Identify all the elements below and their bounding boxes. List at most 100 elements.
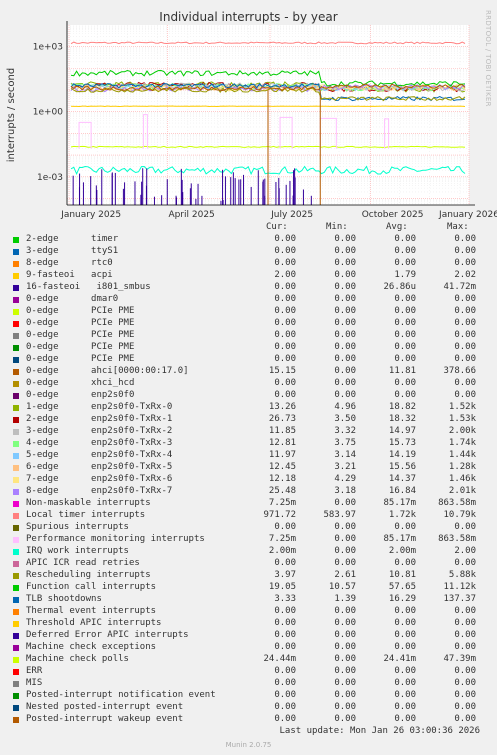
legend-min-value: 10.57 — [328, 582, 356, 592]
legend-series-name: 0-edge PCIe PME — [26, 330, 135, 340]
legend-row: 0-edge xhci_hcd 0.00 0.00 0.00 0.00 — [0, 378, 497, 390]
legend-avg-value: 0.00 — [394, 378, 416, 388]
legend-series-name: TLB shootdowns — [26, 594, 102, 604]
legend-min-value: 0.00 — [334, 546, 356, 556]
legend-row: 8-edge enp2s0f0-TxRx-7 25.48 3.18 16.84 2.01… — [0, 486, 497, 498]
legend-min-value: 0.00 — [334, 366, 356, 376]
legend-cur-value: 13.26 — [268, 402, 296, 412]
legend-swatch — [13, 309, 19, 315]
legend-avg-value: 15.73 — [388, 438, 416, 448]
legend-max-value: 0.00 — [454, 522, 476, 532]
legend-row: Local timer interrupts 971.72 583.97 1.72k 1… — [0, 510, 497, 522]
legend-min-value: 0.00 — [334, 654, 356, 664]
legend-row: Nested posted-interrupt event 0.00 0.00 0.0… — [0, 702, 497, 714]
legend-cur-value: 0.00 — [274, 330, 296, 340]
legend-swatch — [13, 645, 19, 651]
legend-min-value: 0.00 — [334, 378, 356, 388]
legend-cur-value: 0.00 — [274, 390, 296, 400]
y-axis-label: interrupts / second — [6, 68, 17, 162]
legend-row: TLB shootdowns 3.33 1.39 16.29 137.37 — [0, 594, 497, 606]
legend-series-name: 4-edge enp2s0f0-TxRx-3 — [26, 438, 173, 448]
legend-min-value: 0.00 — [334, 714, 356, 724]
legend-row: Threshold APIC interrupts 0.00 0.00 0.00 0.0… — [0, 618, 497, 630]
legend-min-value: 3.75 — [334, 438, 356, 448]
legend-min-value: 0.00 — [334, 642, 356, 652]
legend-series-name: 1-edge enp2s0f0-TxRx-0 — [26, 402, 173, 412]
legend-series-name: Threshold APIC interrupts — [26, 618, 162, 628]
legend-min-value: 0.00 — [334, 498, 356, 508]
legend-avg-value: 14.37 — [388, 474, 416, 484]
legend-max-value: 0.00 — [454, 606, 476, 616]
x-tick-label: January 2025 — [60, 210, 121, 220]
legend-swatch — [13, 549, 19, 555]
legend-max-value: 2.01k — [448, 486, 476, 496]
legend-avg-value: 0.00 — [394, 690, 416, 700]
legend-min-value: 2.61 — [334, 570, 356, 580]
legend-max-value: 0.00 — [454, 702, 476, 712]
legend-max-value: 0.00 — [454, 678, 476, 688]
legend-row: 0-edge PCIe PME 0.00 0.00 0.00 0.00 — [0, 342, 497, 354]
legend-swatch — [13, 669, 19, 675]
legend-swatch — [13, 369, 19, 375]
legend-swatch — [13, 489, 19, 495]
legend-series-name: Thermal event interrupts — [26, 606, 157, 616]
legend-series-name: 8-edge rtc0 — [26, 258, 113, 268]
legend-series-name: Posted-interrupt wakeup event — [26, 714, 184, 724]
legend-max-value: 378.66 — [443, 366, 476, 376]
legend-cur-value: 2.00 — [274, 270, 296, 280]
legend-series-name: 7-edge enp2s0f0-TxRx-6 — [26, 474, 173, 484]
legend-min-value: 4.96 — [334, 402, 356, 412]
legend-series-name: Rescheduling interrupts — [26, 570, 151, 580]
legend-cur-value: 2.00m — [268, 546, 296, 556]
legend-max-value: 0.00 — [454, 378, 476, 388]
legend-avg-value: 0.00 — [394, 666, 416, 676]
legend-swatch — [13, 429, 19, 435]
legend-cur-value: 11.97 — [268, 450, 296, 460]
legend-swatch — [13, 417, 19, 423]
legend-avg-value: 85.17m — [383, 534, 416, 544]
legend-avg-value: 0.00 — [394, 702, 416, 712]
legend-swatch — [13, 609, 19, 615]
legend-row: 7-edge enp2s0f0-TxRx-6 12.18 4.29 14.37 1.46… — [0, 474, 497, 486]
legend-avg-value: 0.00 — [394, 630, 416, 640]
legend-row: 8-edge rtc0 0.00 0.00 0.00 0.00 — [0, 258, 497, 270]
legend-row: 1-edge enp2s0f0-TxRx-0 13.26 4.96 18.82 1.52… — [0, 402, 497, 414]
legend-cur-value: 11.85 — [268, 426, 296, 436]
legend-avg-value: 0.00 — [394, 354, 416, 364]
legend-series-name: 6-edge enp2s0f0-TxRx-5 — [26, 462, 173, 472]
legend-swatch — [13, 585, 19, 591]
legend-min-value: 0.00 — [334, 258, 356, 268]
legend-min-value: 0.00 — [334, 522, 356, 532]
legend-swatch — [13, 597, 19, 603]
legend-avg-value: 0.00 — [394, 258, 416, 268]
legend-max-value: 137.37 — [443, 594, 476, 604]
legend-avg-value: 1.72k — [388, 510, 416, 520]
legend-row: 0-edge PCIe PME 0.00 0.00 0.00 0.00 — [0, 330, 497, 342]
legend-swatch — [13, 285, 19, 291]
legend-series-name: 8-edge enp2s0f0-TxRx-7 — [26, 486, 173, 496]
legend-max-value: 1.53k — [448, 414, 476, 424]
legend-row: Performance monitoring interrupts 7.25m 0.… — [0, 534, 497, 546]
legend-row: 0-edge enp2s0f0 0.00 0.00 0.00 0.00 — [0, 390, 497, 402]
legend-max-value: 1.52k — [448, 402, 476, 412]
legend-header-max: Max: — [447, 222, 469, 232]
legend-row: Machine check polls 24.44m 0.00 24.41m 47.39… — [0, 654, 497, 666]
legend-swatch — [13, 501, 19, 507]
legend-avg-value: 0.00 — [394, 246, 416, 256]
legend-max-value: 0.00 — [454, 390, 476, 400]
legend-cur-value: 25.48 — [268, 486, 296, 496]
legend-swatch — [13, 357, 19, 363]
legend-swatch — [13, 333, 19, 339]
legend-min-value: 0.00 — [334, 306, 356, 316]
legend-max-value: 47.39m — [443, 654, 476, 664]
legend-swatch — [13, 537, 19, 543]
legend-series-name: Nested posted-interrupt event — [26, 702, 184, 712]
x-tick-label: January 2026 — [438, 210, 497, 220]
legend-swatch — [13, 261, 19, 267]
legend-min-value: 3.14 — [334, 450, 356, 460]
legend-swatch — [13, 513, 19, 519]
legend-avg-value: 0.00 — [394, 306, 416, 316]
legend-avg-value: 1.79 — [394, 270, 416, 280]
legend-avg-value: 0.00 — [394, 294, 416, 304]
legend-cur-value: 0.00 — [274, 318, 296, 328]
